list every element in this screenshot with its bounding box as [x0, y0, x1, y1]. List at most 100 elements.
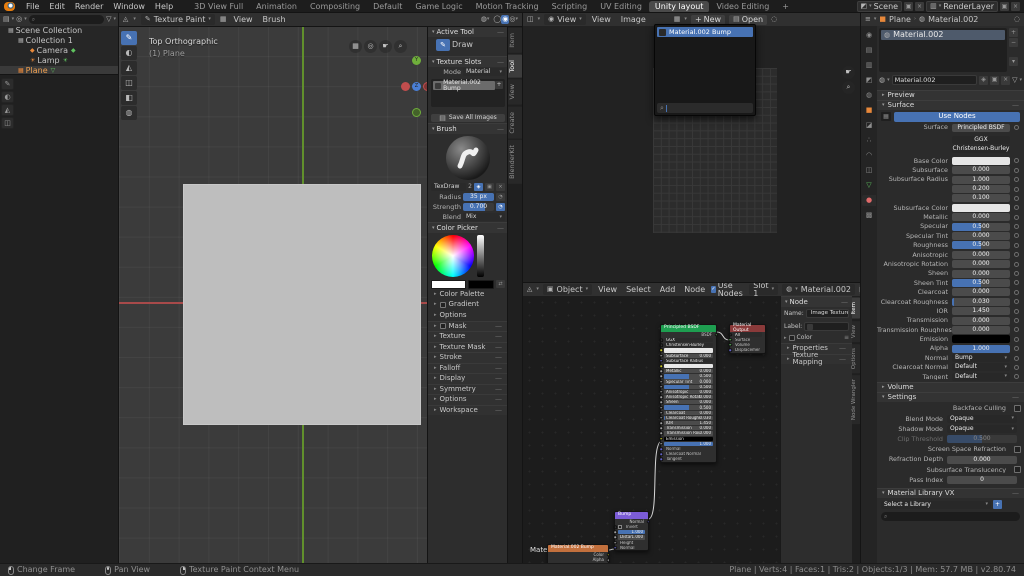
setting-widget[interactable]: 0.000	[947, 456, 1017, 464]
volume-panel-header[interactable]: ▸Volume	[877, 382, 1024, 392]
collapsed-panel[interactable]: ▸Options —	[428, 394, 508, 405]
input-socket-icon[interactable]	[613, 536, 617, 540]
animate-dot[interactable]	[1014, 252, 1019, 257]
texture-slots-panel-header[interactable]: ▾Texture Slots—	[428, 56, 508, 67]
viewport-tool-button[interactable]: ◍	[121, 106, 137, 120]
input-socket-icon[interactable]	[659, 427, 663, 431]
shading-solid-icon[interactable]: ◯	[493, 16, 501, 23]
sidebar-tab[interactable]: Tool	[508, 55, 523, 78]
collapsed-panel[interactable]: ▸Texture —	[428, 331, 508, 342]
strength-slider[interactable]: 0.700	[463, 203, 494, 211]
property-widget[interactable]: 0.000	[952, 166, 1010, 174]
collapsed-panel[interactable]: ▸Symmetry —	[428, 384, 508, 395]
fake-user-shield-icon[interactable]: ◈	[474, 183, 483, 191]
workspace-tab[interactable]: Animation	[250, 1, 303, 13]
property-widget[interactable]: 0.000	[952, 288, 1010, 296]
menu-item[interactable]: Help	[150, 3, 178, 11]
input-socket-icon[interactable]	[728, 333, 732, 337]
input-socket-icon[interactable]	[659, 349, 663, 353]
duplicate-brush-icon[interactable]: ▣	[485, 183, 494, 191]
texture-slot-list[interactable]: Material.002 Bump +	[431, 79, 505, 107]
property-widget[interactable]	[952, 335, 1010, 343]
workspace-tab[interactable]: Game Logic	[409, 1, 468, 13]
property-widget[interactable]: 0.100	[952, 194, 1010, 202]
menu-item[interactable]: View	[232, 16, 255, 24]
filter-icon[interactable]: ▽	[106, 16, 111, 23]
brush-users-count[interactable]: 2	[468, 184, 472, 190]
setting-checkbox[interactable]	[1014, 466, 1021, 473]
settings-panel-header[interactable]: ▾Settings—	[877, 392, 1024, 402]
collapsed-panel[interactable]: ▸Stroke —	[428, 352, 508, 363]
workspace-tab[interactable]: UV Editing	[594, 1, 648, 13]
library-dropdown[interactable]: Select a Library ▾	[881, 501, 991, 509]
properties-tab[interactable]: ●	[862, 195, 876, 206]
collapsed-subpanel[interactable]: ▸Options	[428, 310, 508, 321]
filter-icon[interactable]: ▽	[1012, 77, 1017, 84]
collapsed-panel[interactable]: ▸Falloff —	[428, 363, 508, 374]
properties-tab[interactable]: ◪	[862, 120, 876, 131]
image-texture-node[interactable]: Material.002 Bump Color Alpha Material.0…	[547, 544, 609, 563]
property-widget[interactable]: 0.000	[952, 251, 1010, 259]
animate-dot[interactable]	[1014, 196, 1019, 201]
zoom-icon[interactable]: ⌕	[394, 40, 407, 53]
display-mode-icon[interactable]: ◎	[16, 16, 22, 23]
properties-tab[interactable]: ■	[862, 105, 876, 116]
animate-dot[interactable]	[1014, 168, 1019, 173]
scene-selector[interactable]: ◩▾ Scene	[857, 1, 903, 12]
animate-dot[interactable]	[1014, 177, 1019, 182]
menu-item[interactable]: Window	[108, 3, 150, 11]
output-socket-icon[interactable]	[606, 559, 610, 563]
texture-slot-item[interactable]: Material.002 Bump	[433, 81, 495, 90]
properties-tab[interactable]: ▽	[862, 180, 876, 191]
input-socket-icon[interactable]	[659, 385, 663, 389]
sidebar-tab[interactable]: Item	[508, 28, 523, 53]
menu-item[interactable]: View	[590, 16, 613, 24]
viewport-tool-button[interactable]: ✎	[121, 31, 137, 45]
new-view-layer-button[interactable]: ▣	[1000, 2, 1009, 11]
input-socket-icon[interactable]	[659, 447, 663, 451]
image-select-icon[interactable]: ▦	[220, 16, 227, 23]
save-all-images-button[interactable]: ▤ Save All Images	[431, 114, 505, 122]
image-search-input[interactable]: ⌕	[657, 103, 753, 113]
camera-view-icon[interactable]: ◎	[364, 40, 377, 53]
input-socket-icon[interactable]	[659, 380, 663, 384]
paint-tool-button[interactable]: ✎	[1, 78, 14, 90]
radius-pressure-icon[interactable]: ◔	[496, 193, 505, 201]
preview-panel-header[interactable]: ▸Preview	[877, 90, 1024, 100]
sidebar-tab[interactable]: View	[508, 79, 523, 104]
open-image-button[interactable]: ▤Open	[729, 15, 767, 25]
property-widget[interactable]: Default	[952, 373, 1010, 381]
new-scene-button[interactable]: ▣	[904, 2, 913, 11]
viewport-tool-button[interactable]: ◭	[121, 61, 137, 75]
paint-tool-button[interactable]: ◐	[1, 91, 14, 103]
animate-dot[interactable]	[1014, 243, 1019, 248]
node-title[interactable]: Principled BSDF	[661, 325, 716, 332]
color-wheel[interactable]	[432, 235, 474, 277]
grid-icon[interactable]: ▦	[349, 40, 362, 53]
property-widget[interactable]: 1.000	[952, 176, 1010, 184]
input-socket-icon[interactable]	[659, 416, 663, 420]
sidebar-tab[interactable]: BlenderKit	[508, 140, 523, 184]
brush-name-field[interactable]: TexDraw	[431, 183, 466, 191]
remove-slot-button[interactable]: −	[1009, 38, 1018, 47]
property-widget[interactable]: 0.000	[952, 317, 1010, 325]
input-socket-icon[interactable]	[659, 344, 663, 348]
animate-dot[interactable]	[1014, 374, 1019, 379]
principled-bsdf-node[interactable]: Principled BSDF BSDF GGX	[660, 324, 717, 463]
editor-type-icon[interactable]: ≡	[865, 16, 871, 23]
node-title[interactable]: Material.002 Bump	[548, 545, 608, 552]
properties-tab[interactable]: ▩	[862, 210, 876, 221]
surface-shader-dropdown[interactable]: Principled BSDF	[952, 124, 1010, 132]
material-output-node[interactable]: Material Output All Surface Volume	[729, 324, 766, 354]
use-nodes-button[interactable]: Use Nodes	[894, 112, 1020, 122]
copy-material-button[interactable]: ▣	[990, 76, 999, 85]
input-socket-icon[interactable]	[659, 452, 663, 456]
node-input-row[interactable]: Displacement	[730, 348, 765, 353]
properties-tab[interactable]: ◠	[862, 150, 876, 161]
strength-pressure-icon[interactable]: ◔	[496, 203, 505, 211]
animate-dot[interactable]	[1014, 224, 1019, 229]
input-socket-icon[interactable]	[613, 546, 617, 550]
brush-panel-header[interactable]: ▾Brush—	[428, 123, 508, 134]
node-title[interactable]: Bump	[615, 512, 648, 519]
animate-dot[interactable]	[1014, 318, 1019, 323]
